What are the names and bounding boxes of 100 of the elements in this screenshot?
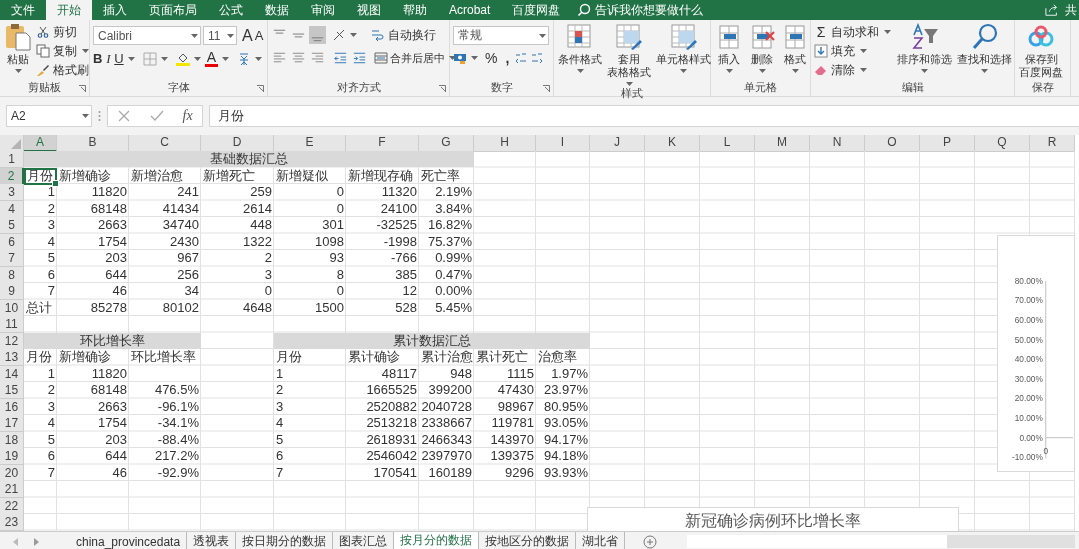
select-all-icon[interactable] [11,139,21,149]
ribbon-tab[interactable]: 百度网盘 [501,0,572,20]
increase-decimal-icon[interactable] [514,51,529,65]
share-icon[interactable] [1045,3,1059,17]
wrap-text-button[interactable]: 自动换行 [371,27,436,43]
launcher-icon[interactable] [79,85,86,92]
phonetic-icon[interactable] [237,51,251,66]
fill-button[interactable]: 填充 [814,43,893,59]
font-family-field[interactable]: Calibri [93,26,201,45]
launcher-icon[interactable] [439,85,446,92]
ribbon-tab[interactable]: 开始 [46,0,92,20]
format-button[interactable]: B [93,51,103,66]
horizontal-scrollbar[interactable] [687,535,1075,548]
column-header[interactable]: H [474,135,536,152]
ribbon-tab[interactable]: Acrobat [438,0,502,20]
ribbon-tab[interactable]: 文件 [0,0,46,20]
row-header[interactable]: 3 [0,184,24,201]
scroll-left-icon[interactable] [12,537,20,546]
font-size-field[interactable]: 11 [203,26,237,45]
ribbon-tab[interactable]: 帮助 [392,0,438,20]
cancel-icon[interactable] [117,109,132,123]
copy-button[interactable]: 复制 [36,43,91,59]
row-header[interactable]: 5 [0,217,24,234]
sort-filter-button[interactable]: 排序和筛选 [896,23,953,79]
column-header[interactable]: Q [975,135,1030,152]
shrink-font-button[interactable]: A [254,28,264,43]
column-header[interactable]: M [755,135,810,152]
format-button[interactable]: U [114,51,124,66]
format-painter-button[interactable]: 格式刷 [36,62,91,78]
add-sheet-icon[interactable] [643,534,658,549]
cut-button[interactable]: 剪切 [36,24,91,40]
table-cell-text: 1754 [97,233,128,251]
ribbon-tab[interactable]: 公式 [208,0,254,20]
name-box[interactable]: A2 [6,105,92,127]
orientation-icon[interactable] [332,28,346,42]
format-button[interactable]: I [104,50,113,67]
check-icon[interactable] [149,109,164,123]
currency-icon[interactable] [453,51,467,65]
paste-button[interactable]: 粘贴 [3,23,33,79]
column-header[interactable]: L [700,135,755,152]
column-header[interactable]: R [1030,135,1075,152]
ribbon-tab[interactable]: 插入 [92,0,138,20]
insert-function-button[interactable]: fx [182,108,193,124]
share-button[interactable]: 共 [1065,0,1079,20]
sheet-tab[interactable]: 湖北省 [576,532,626,549]
scroll-right-icon[interactable] [32,537,40,546]
launcher-icon[interactable] [257,85,264,92]
cells-button[interactable]: 格式 [780,23,810,79]
autosum-button[interactable]: Σ 自动求和 [814,24,893,40]
table-cell-text: 139375 [489,448,535,465]
find-select-button[interactable]: 查找和选择 [956,23,1013,79]
table-cell-text: -88.4% [156,431,200,449]
sheet-tab[interactable]: 透视表 [187,532,237,549]
sheet-tab[interactable]: 按月分的数据 [394,532,480,549]
clear-button[interactable]: 清除 [814,62,893,78]
fill-color-icon[interactable] [175,51,190,66]
row-header[interactable]: 9 [0,283,24,300]
grow-font-button[interactable]: A [242,26,253,45]
border-icon[interactable] [142,51,157,66]
ribbon-tab[interactable]: 审阅 [300,0,346,20]
caret-icon [255,56,262,61]
column-header[interactable]: J [590,135,645,152]
column-header[interactable]: P [920,135,975,152]
cells-button[interactable]: 删除 [747,23,777,79]
row-header[interactable]: 13 [0,349,24,366]
row-header[interactable]: 19 [0,448,24,465]
ribbon-tab[interactable]: 页面布局 [138,0,208,20]
style-button[interactable]: 套用 表格格式 [606,23,652,86]
number-format-field[interactable]: 常规 [453,26,549,45]
ribbon-tab[interactable]: 视图 [346,0,392,20]
tell-me-field[interactable]: 告诉我你想要做什么 [577,0,726,20]
row-header[interactable]: 11 [0,316,24,333]
vertical-align-icon[interactable] [309,26,326,44]
comma-button[interactable]: , [502,50,513,66]
ribbon-tab[interactable]: 数据 [254,0,300,20]
sheet-tab[interactable]: 按日期分的数据 [236,532,334,549]
save-to-cloud-button[interactable]: 保存到 百度网盘 [1018,23,1064,79]
percent-button[interactable]: % [482,50,501,66]
column-header[interactable]: N [810,135,865,152]
row-header[interactable]: 23 [0,514,24,531]
row-header[interactable]: 1 [0,151,24,168]
sheet-tab[interactable]: china_provincedata [70,532,188,549]
row-header[interactable]: 7 [0,250,24,267]
sheet-tab[interactable]: 按地区分的数据 [479,532,577,549]
column-header[interactable]: K [645,135,700,152]
column-header[interactable]: O [865,135,920,152]
row-header[interactable]: 15 [0,382,24,399]
row-header[interactable]: 17 [0,415,24,432]
row-header[interactable]: 21 [0,481,24,498]
table-cell-text: 143970 [489,431,535,449]
cells-button[interactable]: 插入 [714,23,744,79]
style-button[interactable]: 单元格样式 [655,23,712,86]
font-color-button[interactable]: A [204,50,218,67]
style-button[interactable]: 条件格式 [557,23,603,86]
launcher-icon[interactable] [543,85,550,92]
column-header[interactable]: I [536,135,590,152]
table-cell-text: 1 [46,184,56,201]
merge-center-button[interactable]: 合并后居中 [374,50,458,66]
formula-field[interactable]: 月份 [209,105,1079,127]
decrease-decimal-icon[interactable] [530,51,545,65]
